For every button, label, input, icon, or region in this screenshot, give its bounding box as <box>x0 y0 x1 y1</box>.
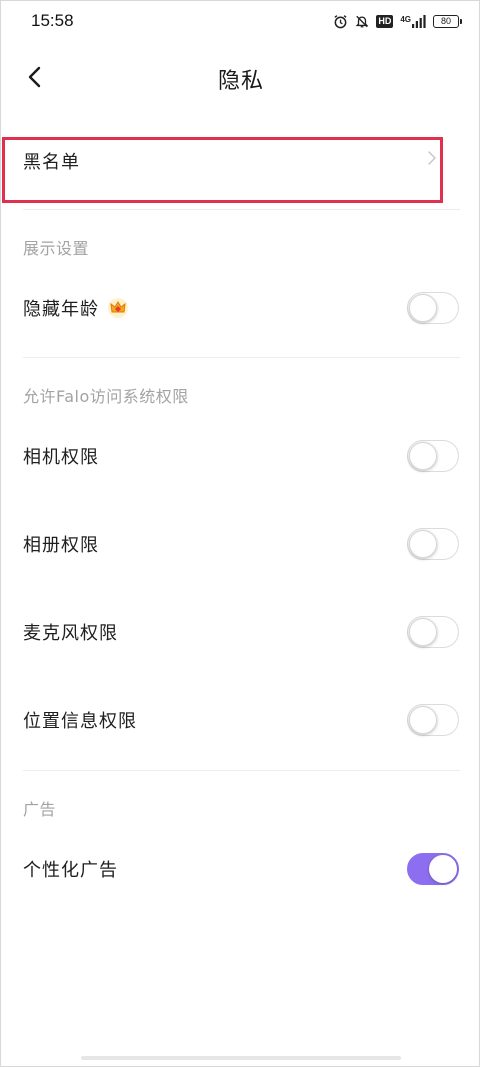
personalized-ads-label: 个性化广告 <box>23 860 118 881</box>
personalized-ads-row: 个性化广告 <box>1 841 480 897</box>
hd-badge: HD <box>376 14 394 28</box>
toggle-knob <box>409 530 437 558</box>
hide-age-label-wrap: 隐藏年龄 <box>23 295 129 321</box>
status-time: 15:58 <box>31 11 74 30</box>
location-permission-row: 位置信息权限 <box>1 692 480 748</box>
highlight-box <box>2 137 443 203</box>
nav-bar: 隐私 <box>1 49 480 105</box>
toggle-knob <box>409 618 437 646</box>
location-permission-label: 位置信息权限 <box>23 711 137 732</box>
personalized-ads-toggle[interactable] <box>407 853 459 885</box>
location-permission-toggle[interactable] <box>407 704 459 736</box>
toggle-knob <box>409 442 437 470</box>
camera-permission-toggle[interactable] <box>407 440 459 472</box>
microphone-permission-label: 麦克风权限 <box>23 623 118 644</box>
section-title-display: 展示设置 <box>23 239 90 258</box>
section-title-ads: 广告 <box>23 800 57 819</box>
mute-bell-icon <box>355 14 369 29</box>
signal-icon: 4G <box>400 14 426 28</box>
page-title: 隐私 <box>217 69 264 94</box>
album-permission-toggle[interactable] <box>407 528 459 560</box>
divider <box>23 357 460 358</box>
microphone-permission-row: 麦克风权限 <box>1 604 480 660</box>
toggle-knob <box>409 706 437 734</box>
toggle-knob <box>409 294 437 322</box>
divider <box>23 770 460 771</box>
camera-permission-row: 相机权限 <box>1 428 480 484</box>
battery-icon: 80 <box>433 14 462 28</box>
section-title-permissions: 允许Falo访问系统权限 <box>23 387 189 406</box>
hide-age-row: 隐藏年龄 <box>1 280 480 336</box>
status-bar: 15:58 HD 4G 80 <box>1 1 480 41</box>
divider <box>23 209 460 210</box>
microphone-permission-toggle[interactable] <box>407 616 459 648</box>
album-permission-row: 相册权限 <box>1 516 480 572</box>
camera-permission-label: 相机权限 <box>23 447 99 468</box>
album-permission-label: 相册权限 <box>23 535 99 556</box>
toggle-knob <box>429 855 457 883</box>
hide-age-label: 隐藏年龄 <box>23 299 99 320</box>
network-type-label: 4G <box>400 14 411 24</box>
home-indicator[interactable] <box>81 1056 401 1060</box>
alarm-icon <box>333 14 348 29</box>
status-icons: HD 4G 80 <box>333 14 462 29</box>
vip-crown-icon <box>107 297 129 319</box>
hide-age-toggle[interactable] <box>407 292 459 324</box>
